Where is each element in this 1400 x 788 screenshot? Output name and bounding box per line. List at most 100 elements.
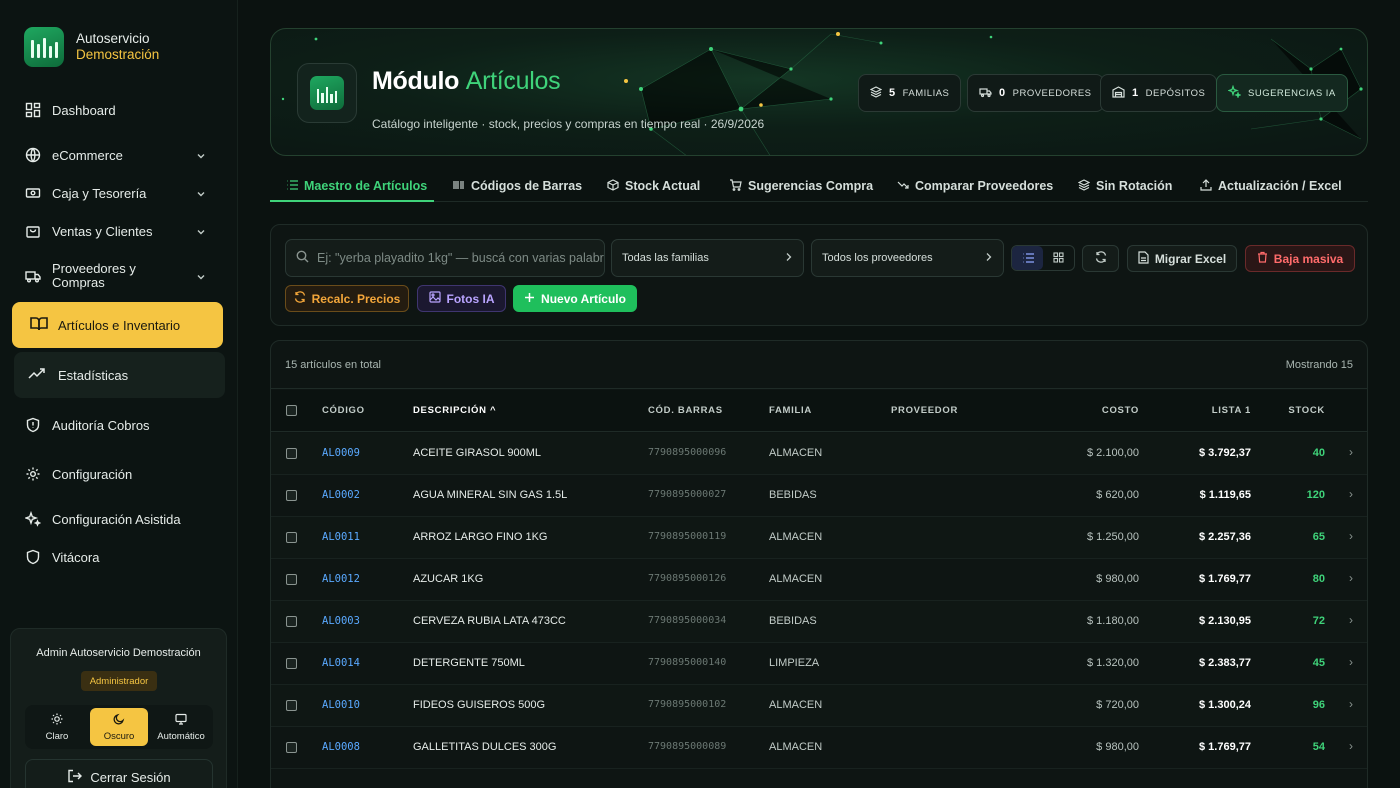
row-checkbox[interactable] — [286, 574, 297, 585]
stat-depositos-label: DEPÓSITOS — [1145, 87, 1206, 99]
cell-familia: ALMACEN — [769, 699, 823, 711]
nav-vitacora[interactable]: Vitácora — [0, 539, 238, 575]
cell-stock: 40 — [1312, 447, 1325, 459]
nav-configuracion[interactable]: Configuración — [0, 456, 238, 492]
chevron-right-icon[interactable]: › — [1349, 571, 1353, 585]
table-row[interactable]: AL0003 CERVEZA RUBIA LATA 473CC 7790895000… — [271, 601, 1367, 643]
theme-light-button[interactable]: Claro — [28, 708, 86, 746]
col-costo[interactable]: COSTO — [1102, 405, 1139, 416]
cell-code[interactable]: AL0002 — [322, 489, 360, 501]
col-familia[interactable]: FAMILIA — [769, 405, 812, 416]
row-checkbox[interactable] — [286, 742, 297, 753]
nav-ventas[interactable]: Ventas y Clientes — [0, 213, 238, 249]
nav-caja[interactable]: Caja y Tesorería — [0, 175, 238, 211]
col-proveedor[interactable]: PROVEEDOR — [891, 405, 958, 416]
chevron-right-icon[interactable]: › — [1349, 487, 1353, 501]
stat-familias[interactable]: 5 FAMILIAS — [858, 74, 962, 112]
theme-auto-button[interactable]: Automático — [152, 708, 210, 746]
cell-barcode: 7790895000027 — [648, 489, 727, 500]
plus-icon — [524, 292, 535, 306]
chevron-right-icon[interactable]: › — [1349, 529, 1353, 543]
theme-dark-button[interactable]: Oscuro — [90, 708, 148, 746]
user-name: Admin Autoservicio Demostración — [36, 647, 201, 659]
baja-masiva-button[interactable]: Baja masiva — [1245, 245, 1355, 272]
select-all-checkbox[interactable] — [286, 405, 297, 416]
chevron-right-icon[interactable]: › — [1349, 655, 1353, 669]
tab-sin-rotacion[interactable]: Sin Rotación — [1077, 170, 1172, 202]
chevron-down-icon — [196, 187, 206, 202]
table-row[interactable]: AL0011 ARROZ LARGO FINO 1KG 7790895000119 A… — [271, 517, 1367, 559]
active-tab-indicator — [270, 200, 434, 202]
list-view-button[interactable] — [1012, 246, 1043, 270]
tab-maestro[interactable]: Maestro de Artículos — [286, 170, 427, 202]
module-tabs: Maestro de Artículos Códigos de Barras S… — [270, 170, 1368, 202]
cell-description: ARROZ LARGO FINO 1KG — [413, 531, 548, 543]
row-checkbox[interactable] — [286, 658, 297, 669]
cell-code[interactable]: AL0009 — [322, 447, 360, 459]
table-row[interactable]: AL0010 FIDEOS GUISEROS 500G 7790895000102 A… — [271, 685, 1367, 727]
row-checkbox[interactable] — [286, 490, 297, 501]
nav-dashboard[interactable]: Dashboard — [0, 92, 238, 128]
fotos-ia-button[interactable]: Fotos IA — [417, 285, 506, 312]
table-row[interactable]: AL0009 ACEITE GIRASOL 900ML 7790895000096 A… — [271, 433, 1367, 475]
row-checkbox[interactable] — [286, 616, 297, 627]
brand[interactable]: Autoservicio Demostración — [24, 27, 159, 67]
nav-configuracion-label: Configuración — [52, 466, 133, 482]
row-checkbox[interactable] — [286, 448, 297, 459]
view-toggle — [1011, 245, 1075, 271]
tab-sugerencias[interactable]: Sugerencias Compra — [729, 170, 873, 202]
nav-config-asistida[interactable]: Configuración Asistida — [0, 501, 238, 537]
cell-code[interactable]: AL0014 — [322, 657, 360, 669]
row-checkbox[interactable] — [286, 700, 297, 711]
gear-icon — [24, 465, 42, 483]
familia-select[interactable]: Todas las familias — [611, 239, 804, 277]
nav-proveedores[interactable]: Proveedores y Compras — [0, 258, 238, 294]
col-barras[interactable]: CÓD. BARRAS — [648, 405, 723, 416]
chevron-right-icon[interactable]: › — [1349, 613, 1353, 627]
chevron-right-icon[interactable]: › — [1349, 739, 1353, 753]
nav-estadisticas[interactable]: Estadísticas — [14, 352, 225, 398]
tab-comparar[interactable]: Comparar Proveedores — [897, 170, 1053, 202]
table-row[interactable]: AL0012 AZUCAR 1KG 7790895000126 ALMACEN $ 98… — [271, 559, 1367, 601]
list-icon — [1022, 251, 1034, 266]
search-icon — [296, 250, 309, 266]
col-lista1[interactable]: LISTA 1 — [1212, 405, 1251, 416]
chevron-right-icon[interactable]: › — [1349, 445, 1353, 459]
cell-code[interactable]: AL0010 — [322, 699, 360, 711]
cell-description: GALLETITAS DULCES 300G — [413, 741, 557, 753]
chevron-right-icon[interactable]: › — [1349, 697, 1353, 711]
cell-code[interactable]: AL0012 — [322, 573, 360, 585]
logout-button[interactable]: Cerrar Sesión — [25, 759, 213, 788]
stat-proveedores[interactable]: 0 PROVEEDORES — [967, 74, 1104, 112]
col-codigo[interactable]: CÓDIGO — [322, 405, 365, 416]
tab-codigos[interactable]: Códigos de Barras — [453, 170, 582, 202]
ai-suggestions-button[interactable]: SUGERENCIAS IA — [1216, 74, 1348, 112]
nuevo-articulo-button[interactable]: Nuevo Artículo — [513, 285, 637, 312]
recalc-precios-button[interactable]: Recalc. Precios — [285, 285, 409, 312]
layers-icon — [1077, 178, 1091, 194]
refresh-button[interactable] — [1082, 245, 1119, 272]
row-checkbox[interactable] — [286, 532, 297, 543]
nav-auditoria[interactable]: Auditoría Cobros — [0, 407, 238, 443]
table-row[interactable]: AL0002 AGUA MINERAL SIN GAS 1.5L 779089500… — [271, 475, 1367, 517]
search-input[interactable]: Ej: "yerba playadito 1kg" — buscá con va… — [285, 239, 605, 277]
grid-view-button[interactable] — [1043, 246, 1074, 270]
table-row[interactable]: AL0014 DETERGENTE 750ML 7790895000140 LIMPI… — [271, 643, 1367, 685]
cell-code[interactable]: AL0003 — [322, 615, 360, 627]
table-row[interactable]: AL0008 GALLETITAS DULCES 300G 779089500008… — [271, 727, 1367, 769]
nav-articulos[interactable]: Artículos e Inventario — [12, 302, 223, 348]
col-descripcion[interactable]: DESCRIPCIÓN ^ — [413, 405, 496, 416]
tab-sugerencias-label: Sugerencias Compra — [748, 179, 874, 193]
stat-depositos[interactable]: 1 DEPÓSITOS — [1100, 74, 1218, 112]
nav-ecommerce[interactable]: eCommerce — [0, 137, 238, 173]
logout-label: Cerrar Sesión — [90, 769, 171, 785]
theme-switcher: Claro Oscuro Automático — [25, 705, 213, 749]
tab-excel[interactable]: Actualización / Excel — [1200, 170, 1342, 202]
cell-code[interactable]: AL0011 — [322, 531, 360, 543]
cell-code[interactable]: AL0008 — [322, 741, 360, 753]
col-stock[interactable]: STOCK — [1288, 405, 1325, 416]
cell-lista1: $ 2.257,36 — [1199, 531, 1251, 543]
tab-stock[interactable]: Stock Actual — [607, 170, 700, 202]
migrar-excel-button[interactable]: Migrar Excel — [1127, 245, 1237, 272]
proveedor-select[interactable]: Todos los proveedores — [811, 239, 1004, 277]
